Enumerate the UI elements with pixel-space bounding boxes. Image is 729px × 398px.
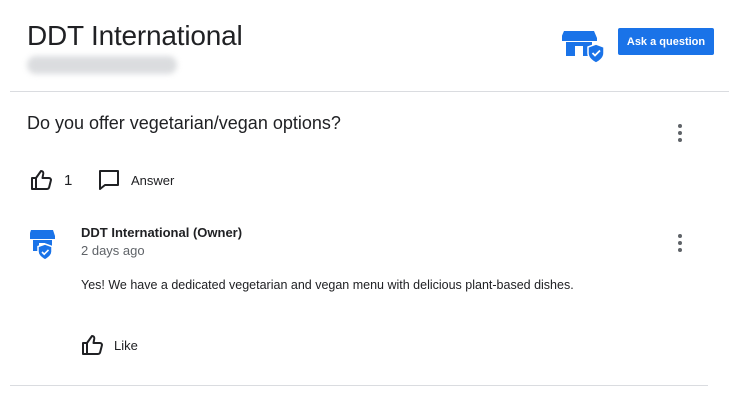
blurred-subtitle	[27, 56, 177, 74]
thumb-up-icon[interactable]	[30, 168, 54, 192]
thumb-up-icon	[82, 335, 103, 355]
answer-label: Answer	[131, 172, 175, 188]
footer-divider	[10, 385, 708, 386]
answer-button[interactable]: Answer	[97, 168, 174, 192]
owner-store-icon	[30, 230, 55, 261]
comment-icon	[99, 170, 119, 190]
answer-timestamp: 2 days ago	[81, 243, 145, 258]
answer-author: DDT International (Owner)	[81, 225, 243, 240]
answer-more-icon[interactable]	[670, 232, 690, 254]
answer-text: Yes! We have a dedicated vegetarian and …	[81, 278, 574, 292]
question-more-icon[interactable]	[670, 122, 690, 144]
ask-question-button[interactable]: Ask a question	[618, 28, 714, 55]
header-divider	[10, 91, 729, 92]
store-verified-icon	[562, 31, 605, 64]
like-label: Like	[114, 337, 138, 353]
question-text: Do you offer vegetarian/vegan options?	[27, 113, 341, 133]
page-title: DDT International	[27, 20, 243, 51]
like-button[interactable]: Like	[81, 333, 138, 357]
upvote-count: 1	[64, 172, 73, 189]
